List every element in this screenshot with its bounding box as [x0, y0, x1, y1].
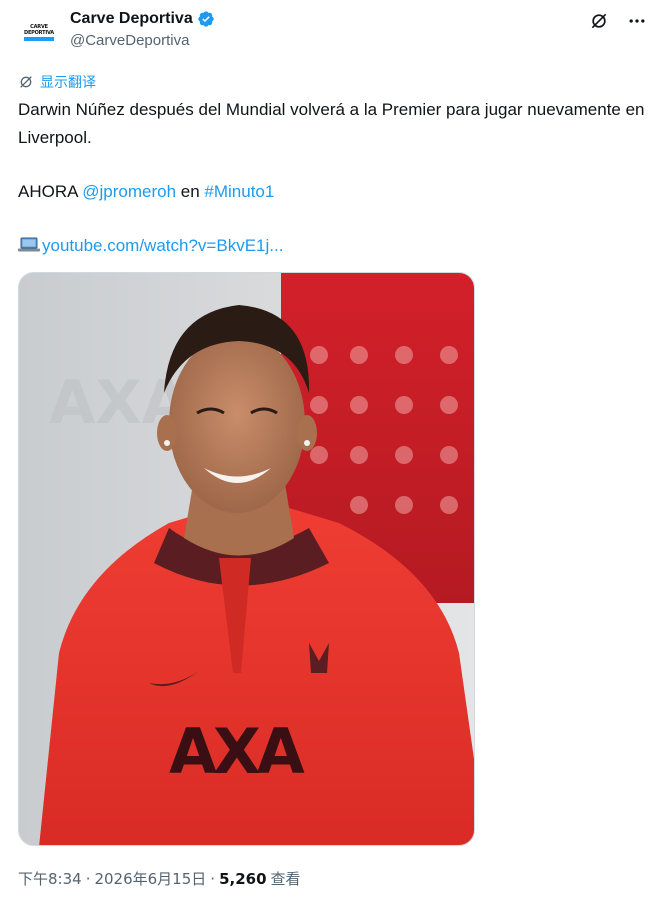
svg-text:AXA: AXA	[169, 715, 305, 788]
en-text: en	[176, 182, 205, 201]
mention-link[interactable]: @jpromeroh	[82, 182, 176, 201]
tweet-meta: 下午8:34 · 2026年6月15日 · 5,260 查看	[18, 868, 301, 889]
tweet-line-3: youtube.com/watch?v=BkvE1j...	[18, 232, 648, 260]
tweet-header: CARVE DEPORTIVA Carve Deportiva @CarveDe…	[18, 6, 648, 58]
player-photo: AXA AXA	[19, 273, 474, 845]
ahora-text: AHORA	[18, 182, 83, 201]
tweet-date[interactable]: 2026年6月15日	[94, 868, 206, 889]
display-name[interactable]: Carve Deportiva	[70, 10, 193, 28]
tweet-line-1: Darwin Núñez después del Mundial volverá…	[18, 100, 645, 147]
show-translation-label[interactable]: 显示翻译	[40, 72, 96, 92]
display-name-row[interactable]: Carve Deportiva	[70, 8, 215, 30]
header-actions	[588, 10, 648, 32]
meta-separator: ·	[210, 869, 216, 888]
line-break	[18, 206, 648, 232]
laptop-icon	[18, 237, 40, 252]
avatar-logo-text: CARVE DEPORTIVA	[24, 24, 54, 36]
tweet-time[interactable]: 下午8:34	[18, 868, 82, 889]
views-count: 5,260	[219, 869, 267, 888]
tweet-photo[interactable]: AXA AXA	[18, 272, 475, 846]
handle[interactable]: @CarveDeportiva	[70, 32, 215, 49]
translate-icon	[20, 76, 32, 88]
tweet-line-2: AHORA @jpromeroh en #Minuto1	[18, 178, 648, 206]
verified-badge-icon	[198, 11, 214, 27]
line-break	[18, 152, 648, 178]
avatar[interactable]: CARVE DEPORTIVA	[18, 12, 60, 54]
show-translation-button[interactable]: 显示翻译	[18, 72, 96, 92]
hashtag-link[interactable]: #Minuto1	[204, 182, 274, 201]
youtube-link[interactable]: youtube.com/watch?v=BkvE1j...	[42, 236, 283, 255]
views-label: 查看	[270, 870, 301, 888]
more-icon[interactable]	[626, 10, 648, 32]
tweet-text: Darwin Núñez después del Mundial volverá…	[18, 96, 648, 260]
avatar-logo-bar	[24, 37, 54, 41]
meta-separator: ·	[85, 869, 91, 888]
grok-icon[interactable]	[588, 10, 610, 32]
name-block: Carve Deportiva @CarveDeportiva	[70, 8, 215, 49]
